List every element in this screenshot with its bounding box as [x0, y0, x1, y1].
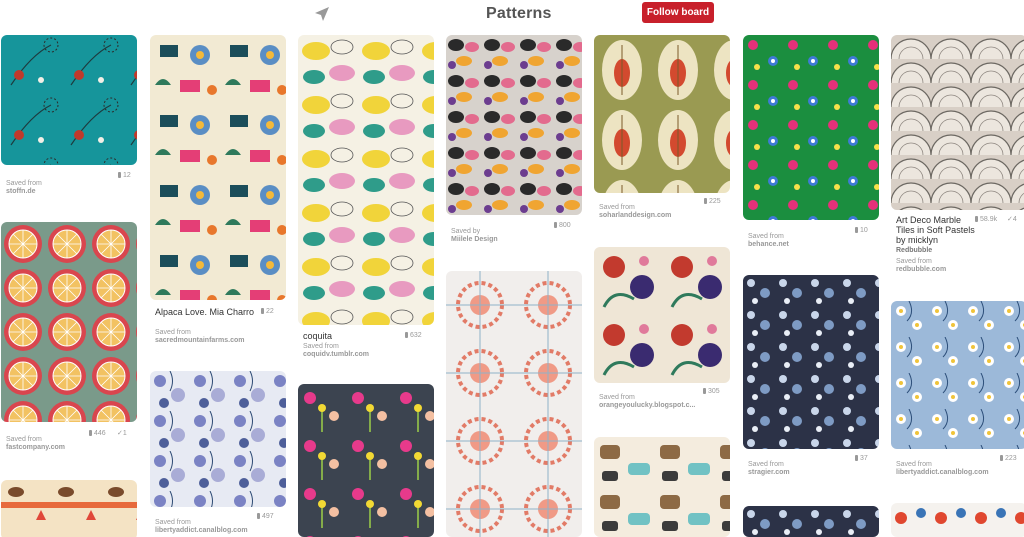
- pin-saved-label: Saved from: [155, 519, 191, 526]
- pin-image[interactable]: [594, 247, 730, 383]
- pin-image[interactable]: [594, 35, 730, 193]
- pin-source-link[interactable]: libertyaddict.canalblog.com: [896, 469, 989, 477]
- pin-repin-count: 22: [261, 308, 274, 316]
- repin-icon: [704, 198, 707, 204]
- pin-saved-label: Saved from: [599, 204, 635, 211]
- pin-saved-label: Saved from: [6, 180, 42, 187]
- pin-like-count: ✓4: [1007, 216, 1017, 223]
- repin-icon: [405, 332, 408, 338]
- pin-repin-count: 446: [89, 430, 106, 438]
- repin-icon: [975, 216, 978, 222]
- pin-image[interactable]: [446, 35, 582, 215]
- pin-source-link[interactable]: Miilele Design: [451, 236, 498, 244]
- pin-image[interactable]: [1, 480, 137, 537]
- board-title: Patterns: [486, 5, 552, 22]
- pin-repin-count: 497: [257, 513, 274, 521]
- pin-repin-count: 305: [703, 388, 720, 396]
- pin-source-link[interactable]: fastcompany.com: [6, 444, 65, 452]
- pin-image[interactable]: [891, 301, 1024, 449]
- pin-image[interactable]: [743, 275, 879, 449]
- pin-image[interactable]: [298, 35, 434, 325]
- pin-brand[interactable]: Redbubble: [896, 247, 932, 255]
- repin-icon: [855, 227, 858, 233]
- board-header: Patterns Follow board: [0, 0, 1024, 30]
- repin-icon: [554, 222, 557, 228]
- repin-icon: [855, 455, 858, 461]
- send-icon[interactable]: [312, 4, 332, 24]
- follow-board-button[interactable]: Follow board: [642, 2, 714, 23]
- pin-repin-count: 37: [855, 455, 868, 463]
- pin-image[interactable]: [1, 222, 137, 422]
- pin-saved-label: Saved from: [748, 461, 784, 468]
- pin-source-link[interactable]: behance.net: [748, 241, 789, 249]
- pin-image[interactable]: [298, 384, 434, 537]
- repin-icon: [1000, 455, 1003, 461]
- pin-source-link[interactable]: libertyaddict.canalblog.com: [155, 527, 248, 535]
- pin-image[interactable]: [150, 371, 286, 507]
- pin-saved-label: Saved from: [155, 329, 191, 336]
- pin-image[interactable]: [891, 35, 1024, 210]
- pin-source-link[interactable]: orangeyoulucky.blogspot.c...: [599, 402, 695, 410]
- pin-description: coquita: [303, 331, 333, 341]
- pin-source-link[interactable]: stragier.com: [748, 469, 790, 477]
- pin-saved-label: Saved from: [748, 233, 784, 240]
- pin-saved-label: Saved by: [451, 228, 481, 235]
- pin-repin-count: 223: [1000, 455, 1017, 463]
- pin-image[interactable]: [594, 437, 730, 537]
- pin-description: Art Deco Marble Tiles in Soft Pastels by…: [896, 215, 975, 245]
- pin-saved-label: Saved from: [303, 343, 339, 350]
- pin-image[interactable]: [1, 35, 137, 165]
- pin-saved-label: Saved from: [896, 258, 932, 265]
- pin-source-link[interactable]: coquidv.tumblr.com: [303, 351, 369, 359]
- pin-repin-count: 225: [704, 198, 721, 206]
- pin-saved-label: Saved from: [6, 436, 42, 443]
- pin-repin-count: 58.9k: [975, 216, 997, 224]
- pin-repin-count: 10: [855, 227, 868, 235]
- pin-image[interactable]: [743, 35, 879, 220]
- repin-icon: [257, 513, 260, 519]
- pin-saved-label: Saved from: [896, 461, 932, 468]
- pin-image[interactable]: [891, 503, 1024, 537]
- pin-source-link[interactable]: redbubble.com: [896, 266, 946, 274]
- pin-image[interactable]: [446, 271, 582, 537]
- pin-source-link[interactable]: sacredmountainfarms.com: [155, 337, 244, 345]
- pin-repin-count: 12: [118, 172, 131, 180]
- pin-repin-count: 800: [554, 222, 571, 230]
- pin-saved-label: Saved from: [599, 394, 635, 401]
- repin-icon: [118, 172, 121, 178]
- pin-like-count: ✓1: [117, 430, 127, 437]
- pin-repin-count: 632: [405, 332, 422, 340]
- pin-source-link[interactable]: soharlanddesign.com: [599, 212, 671, 220]
- pin-description: Alpaca Love. Mia Charro: [155, 307, 255, 317]
- repin-icon: [261, 308, 264, 314]
- pin-source-link[interactable]: stoffn.de: [6, 188, 36, 196]
- repin-icon: [89, 430, 92, 436]
- pin-image[interactable]: [743, 506, 879, 537]
- repin-icon: [703, 388, 706, 394]
- pin-image[interactable]: [150, 35, 286, 300]
